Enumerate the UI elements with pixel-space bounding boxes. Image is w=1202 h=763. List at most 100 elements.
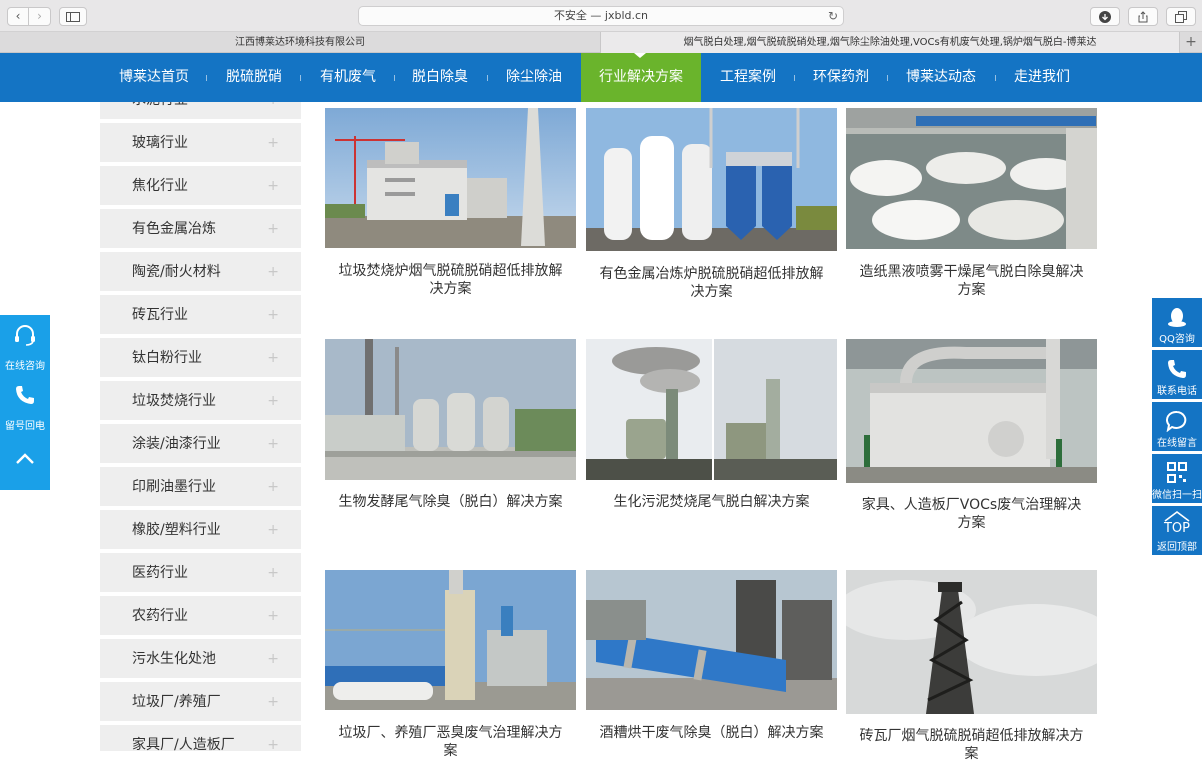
plus-icon: +	[267, 102, 279, 121]
forward-button[interactable]: ›	[29, 7, 51, 26]
qq-consult-button[interactable]: QQ咨询	[1152, 298, 1202, 347]
solution-card[interactable]: 家具、人造板厂VOCs废气治理解决方案	[846, 339, 1097, 539]
plus-icon: +	[267, 264, 279, 280]
plus-icon: +	[267, 135, 279, 151]
plus-icon: +	[267, 608, 279, 624]
top-badge: TOP	[1163, 521, 1190, 536]
address-bar[interactable]: 不安全 — jxbld.cn ↻	[358, 6, 844, 26]
callback-button[interactable]: 留号回电	[0, 373, 50, 433]
nav-dust-removal[interactable]: 除尘除油	[494, 53, 574, 102]
back-button[interactable]: ‹	[7, 7, 29, 26]
sidebar-item-landfill[interactable]: 垃圾厂/养殖厂 +	[100, 682, 301, 723]
nav-home[interactable]: 博莱达首页	[110, 53, 198, 102]
plus-icon: +	[267, 436, 279, 452]
contact-phone-button[interactable]: 联系电话	[1152, 350, 1202, 399]
download-icon	[1099, 11, 1111, 23]
browser-toolbar: ‹ › 不安全 — jxbld.cn ↻	[0, 0, 1202, 32]
tabs-overview-button[interactable]	[1166, 7, 1196, 26]
online-consult-button[interactable]: 在线咨询	[0, 315, 50, 373]
solution-card[interactable]: 有色金属冶炼炉脱硫脱硝超低排放解决方案	[586, 108, 837, 308]
chevron-left-icon: ‹	[15, 9, 21, 23]
sidebar-item-label: 橡胶/塑料行业	[132, 522, 221, 538]
nav-chemicals[interactable]: 环保药剂	[802, 53, 880, 102]
solution-title[interactable]: 垃圾厂、养殖厂恶臭废气治理解决方案	[335, 724, 566, 760]
tab-company[interactable]: 江西博莱达环境科技有限公司	[0, 32, 600, 53]
nav-about[interactable]: 走进我们	[1004, 53, 1080, 102]
solution-photo[interactable]	[325, 570, 576, 710]
sidebar-item-coating[interactable]: 涂装/油漆行业 +	[100, 424, 301, 465]
sidebar-item-glass[interactable]: 玻璃行业 +	[100, 123, 301, 164]
nav-divider	[995, 75, 996, 81]
solution-card[interactable]: 造纸黑液喷雾干燥尾气脱白除臭解决方案	[846, 108, 1097, 308]
sidebar-item-nonferrous[interactable]: 有色金属冶炼 +	[100, 209, 301, 250]
solution-photo[interactable]	[846, 339, 1097, 483]
sidebar-item-furniture[interactable]: 家具厂/人造板厂 +	[100, 725, 301, 751]
solution-title[interactable]: 家具、人造板厂VOCs废气治理解决方案	[856, 496, 1087, 532]
leave-message-button[interactable]: 在线留言	[1152, 402, 1202, 451]
nav-divider	[887, 75, 888, 81]
solution-card[interactable]: 酒糟烘干废气除臭（脱白）解决方案	[586, 570, 837, 751]
sidebar-item-label: 农药行业	[132, 608, 188, 624]
solution-card[interactable]: 垃圾厂、养殖厂恶臭废气治理解决方案	[325, 570, 576, 759]
downloads-button[interactable]	[1090, 7, 1120, 26]
address-text: 不安全 — jxbld.cn	[553, 9, 649, 22]
solution-title[interactable]: 酒糟烘干废气除臭（脱白）解决方案	[596, 724, 827, 742]
headset-icon	[15, 325, 35, 346]
sidebar-item-sewage[interactable]: 污水生化处池 +	[100, 639, 301, 680]
sidebar-item-coking[interactable]: 焦化行业 +	[100, 166, 301, 207]
solution-title[interactable]: 垃圾焚烧炉烟气脱硫脱硝超低排放解决方案	[335, 262, 566, 298]
plus-icon: +	[267, 221, 279, 237]
solution-photo[interactable]	[586, 108, 837, 251]
share-button[interactable]	[1128, 7, 1158, 26]
solution-photo[interactable]	[846, 570, 1097, 714]
solution-card[interactable]: 垃圾焚烧炉烟气脱硫脱硝超低排放解决方案	[325, 108, 576, 308]
solution-card[interactable]: 砖瓦厂烟气脱硫脱硝超低排放解决方案	[846, 570, 1097, 762]
nav-divider	[394, 75, 395, 81]
sidebar-item-label: 有色金属冶炼	[132, 221, 216, 237]
solution-photo[interactable]	[586, 570, 837, 710]
sidebar-item-brick[interactable]: 砖瓦行业 +	[100, 295, 301, 336]
sidebar-item-rubber[interactable]: 橡胶/塑料行业 +	[100, 510, 301, 551]
plus-icon: +	[267, 651, 279, 667]
nav-divider	[206, 75, 207, 81]
nav-desulfurization[interactable]: 脱硫脱硝	[214, 53, 294, 102]
nav-projects[interactable]: 工程案例	[710, 53, 786, 102]
solution-photo[interactable]	[586, 339, 837, 480]
sidebar-item-pharma[interactable]: 医药行业 +	[100, 553, 301, 594]
nav-organic-gas[interactable]: 有机废气	[308, 53, 388, 102]
wechat-scan-button[interactable]: 微信扫一扫	[1152, 454, 1202, 503]
sidebar-item-printing[interactable]: 印刷油墨行业 +	[100, 467, 301, 508]
sidebar-item-label: 玻璃行业	[132, 135, 188, 151]
plus-icon: +	[267, 350, 279, 366]
sidebar-toggle-button[interactable]	[59, 7, 87, 26]
solution-title[interactable]: 砖瓦厂烟气脱硫脱硝超低排放解决方案	[856, 727, 1087, 763]
back-to-top-label: 返回顶部	[1157, 542, 1197, 553]
scroll-up-button[interactable]	[0, 433, 50, 490]
sidebar-item-ceramics[interactable]: 陶瓷/耐火材料 +	[100, 252, 301, 293]
solution-photo[interactable]	[846, 108, 1097, 249]
reload-icon[interactable]: ↻	[828, 7, 838, 25]
solution-photo[interactable]	[325, 339, 576, 480]
sidebar-item-incineration[interactable]: 垃圾焚烧行业 +	[100, 381, 301, 422]
sidebar-icon	[66, 12, 80, 22]
solution-title[interactable]: 生物发酵尾气除臭（脱白）解决方案	[335, 493, 566, 511]
chat-icon	[1166, 410, 1187, 432]
solution-title[interactable]: 生化污泥焚烧尾气脱白解决方案	[596, 493, 827, 511]
sidebar-item-pesticide[interactable]: 农药行业 +	[100, 596, 301, 637]
share-icon	[1138, 11, 1148, 23]
tab-current[interactable]: 烟气脱白处理,烟气脱硫脱硝处理,烟气除尘除油处理,VOCs有机废气处理,锅炉烟气…	[600, 32, 1180, 53]
sidebar-item-label: 家具厂/人造板厂	[132, 737, 235, 751]
sidebar-item-titanium[interactable]: 钛白粉行业 +	[100, 338, 301, 379]
new-tab-button[interactable]: +	[1180, 32, 1202, 53]
nav-industry-solutions[interactable]: 行业解决方案	[581, 53, 701, 102]
solution-photo[interactable]	[325, 108, 576, 248]
nav-deodorize[interactable]: 脱白除臭	[400, 53, 480, 102]
solution-title[interactable]: 造纸黑液喷雾干燥尾气脱白除臭解决方案	[856, 263, 1087, 299]
chevron-right-icon: ›	[37, 9, 42, 23]
back-to-top-button[interactable]: TOP 返回顶部	[1152, 506, 1202, 555]
solution-card[interactable]: 生物发酵尾气除臭（脱白）解决方案	[325, 339, 576, 539]
sidebar-item-cement[interactable]: 水泥行业 +	[100, 102, 301, 121]
solution-card[interactable]: 生化污泥焚烧尾气脱白解决方案	[586, 339, 837, 539]
solution-title[interactable]: 有色金属冶炼炉脱硫脱硝超低排放解决方案	[596, 265, 827, 301]
nav-news[interactable]: 博莱达动态	[894, 53, 988, 102]
